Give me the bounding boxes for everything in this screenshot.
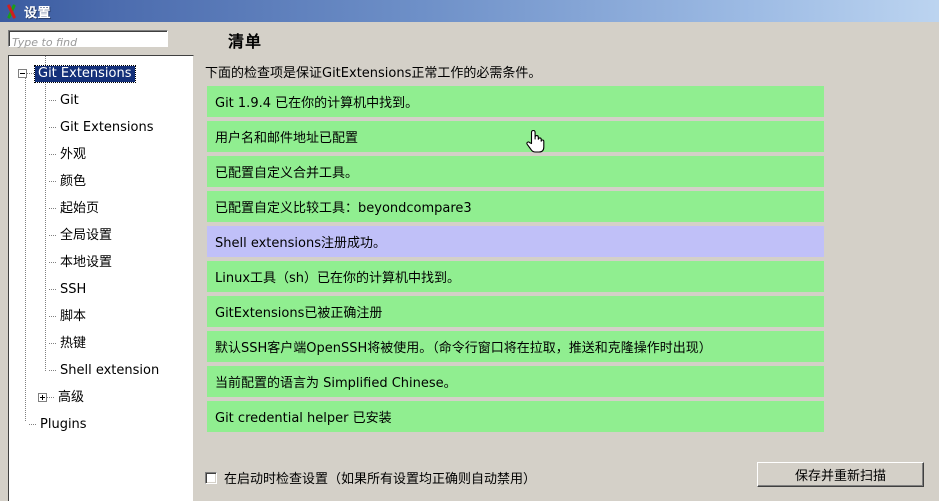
sidebar-item-8[interactable]: SSH: [9, 276, 193, 303]
checklist-item-text: 默认SSH客户端OpenSSH将被使用。（命令行窗口将在拉取，推送和克隆操作时出…: [215, 341, 712, 356]
settings-footer: 在启动时检查设置（如果所有设置均正确则自动禁用） 保存并重新扫描: [195, 455, 939, 501]
checklist-item-text: 已配置自定义合并工具。: [215, 166, 359, 181]
sidebar-item-10[interactable]: 热键: [9, 330, 193, 357]
sidebar-item-label: 热键: [60, 335, 87, 351]
tree-connector-icon: [49, 370, 57, 371]
sidebar-item-label: Git Extensions: [34, 64, 136, 83]
check-on-startup-label: 在启动时检查设置（如果所有设置均正确则自动禁用）: [224, 472, 537, 487]
tree-connector-icon: [49, 181, 57, 182]
tree-connector-icon: [27, 73, 35, 74]
sidebar-item-label: 起始页: [60, 200, 100, 216]
check-on-startup-checkbox[interactable]: 在启动时检查设置（如果所有设置均正确则自动禁用）: [205, 468, 536, 487]
tree-connector-icon: [49, 289, 57, 290]
checklist-item[interactable]: 已配置自定义合并工具。: [207, 156, 824, 187]
checklist-item-text: 已配置自定义比较工具：beyondcompare3: [215, 201, 472, 216]
settings-window: 设置 Git Extensions Git Git Extensions 外观颜色起始…: [0, 0, 939, 501]
sidebar-item-label: Shell extension: [60, 362, 160, 378]
checklist-item-text: Git credential helper 已安装: [215, 411, 392, 426]
checklist-item-text: Linux工具（sh）已在你的计算机中找到。: [215, 271, 461, 286]
settings-tree-panel: Git Extensions Git Git Extensions 外观颜色起始页全局…: [8, 55, 194, 501]
checklist: Git 1.9.4 已在你的计算机中找到。 用户名和邮件地址已配置 已配置自定义合并…: [207, 86, 824, 436]
sidebar-item-label: 颜色: [60, 173, 87, 189]
tree-connector-icon: [29, 424, 37, 425]
tree-connector-icon: [49, 127, 57, 128]
checklist-item[interactable]: 用户名和邮件地址已配置: [207, 121, 824, 152]
sidebar-item-0[interactable]: Git Extensions: [9, 60, 193, 87]
sidebar-item-2[interactable]: Git Extensions: [9, 114, 193, 141]
tree-connector-icon: [49, 208, 57, 209]
tree-connector-icon: [49, 154, 57, 155]
checklist-item-text: 用户名和邮件地址已配置: [215, 131, 359, 146]
sidebar-item-12[interactable]: 高级: [9, 384, 193, 411]
checklist-item[interactable]: Git credential helper 已安装: [207, 401, 824, 432]
page-description: 下面的检查项是保证GitExtensions正常工作的必需条件。: [205, 66, 542, 81]
checklist-item-text: Shell extensions注册成功。: [215, 236, 386, 251]
checkbox-box[interactable]: [205, 471, 217, 484]
sidebar-item-4[interactable]: 颜色: [9, 168, 193, 195]
sidebar-item-label: 全局设置: [60, 227, 113, 243]
sidebar-item-6[interactable]: 全局设置: [9, 222, 193, 249]
save-and-rescan-button[interactable]: 保存并重新扫描: [757, 462, 924, 487]
tree-connector-icon: [49, 100, 57, 101]
search-field-wrapper[interactable]: [8, 30, 168, 50]
tree-connector-icon: [49, 343, 57, 344]
tree-connector-icon: [49, 316, 57, 317]
checklist-item[interactable]: 当前配置的语言为 Simplified Chinese。: [207, 366, 824, 397]
page-title: 清单: [228, 32, 263, 51]
collapse-icon[interactable]: [18, 69, 27, 78]
tree-connector-icon: [49, 262, 57, 263]
sidebar-item-11[interactable]: Shell extension: [9, 357, 193, 384]
sidebar-item-7[interactable]: 本地设置: [9, 249, 193, 276]
settings-tree: Git Extensions Git Git Extensions 外观颜色起始页全局…: [9, 56, 193, 438]
checklist-item[interactable]: Shell extensions注册成功。: [207, 226, 824, 257]
checklist-item-text: Git 1.9.4 已在你的计算机中找到。: [215, 96, 419, 111]
checklist-item[interactable]: Git 1.9.4 已在你的计算机中找到。: [207, 86, 824, 117]
checklist-item-text: 当前配置的语言为 Simplified Chinese。: [215, 376, 457, 391]
tree-connector-icon: [49, 235, 57, 236]
sidebar-item-label: SSH: [60, 281, 87, 297]
sidebar-item-label: Plugins: [40, 416, 87, 432]
sidebar-item-3[interactable]: 外观: [9, 141, 193, 168]
checklist-item[interactable]: GitExtensions已被正确注册: [207, 296, 824, 327]
sidebar-item-label: 本地设置: [60, 254, 113, 270]
sidebar-item-label: 脚本: [60, 308, 87, 324]
sidebar-item-label: 外观: [60, 146, 87, 162]
sidebar-item-1[interactable]: Git: [9, 87, 193, 114]
tree-connector-icon: [47, 397, 55, 398]
sidebar-item-13[interactable]: Plugins: [9, 411, 193, 438]
checklist-item[interactable]: 已配置自定义比较工具：beyondcompare3: [207, 191, 824, 222]
sidebar-item-9[interactable]: 脚本: [9, 303, 193, 330]
expand-icon[interactable]: [38, 393, 47, 402]
checklist-item[interactable]: 默认SSH客户端OpenSSH将被使用。（命令行窗口将在拉取，推送和克隆操作时出…: [207, 331, 824, 362]
settings-content: 清单 下面的检查项是保证GitExtensions正常工作的必需条件。 Git …: [195, 22, 939, 501]
window-titlebar: 设置: [0, 0, 939, 22]
window-title: 设置: [24, 5, 52, 21]
sidebar-item-label: Git: [60, 92, 79, 108]
git-extensions-icon: [4, 3, 20, 19]
settings-sidebar: Git Extensions Git Git Extensions 外观颜色起始页全局…: [0, 22, 195, 501]
search-input[interactable]: [9, 35, 167, 50]
checklist-item-text: GitExtensions已被正确注册: [215, 306, 383, 321]
sidebar-item-5[interactable]: 起始页: [9, 195, 193, 222]
sidebar-item-label: Git Extensions: [60, 119, 154, 135]
checklist-item[interactable]: Linux工具（sh）已在你的计算机中找到。: [207, 261, 824, 292]
sidebar-item-label: 高级: [58, 389, 85, 405]
